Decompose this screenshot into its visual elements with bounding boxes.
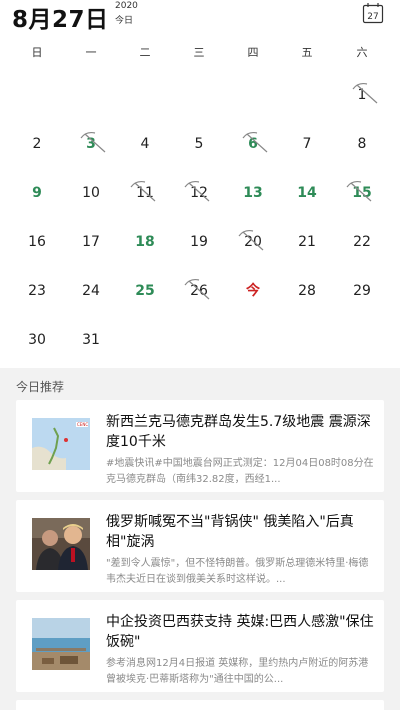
calendar-today-button[interactable]: 27 [362,2,384,24]
day-cell[interactable]: 11 [123,178,167,208]
day-number: 15 [346,178,372,208]
day-cell[interactable]: 19 [177,227,221,257]
weekday-label: 四 [247,46,259,59]
news-card-title: 俄罗斯喊冤不当"背锅侠" 俄美陷入"后真相"旋涡 [106,514,354,550]
day-number: 6 [242,129,268,159]
day-number: 9 [32,185,42,201]
weekday-label: 一 [85,46,97,59]
svg-text:CENC: CENC [77,422,88,427]
day-number: 29 [353,283,371,299]
day-cell[interactable]: 5 [177,129,221,159]
weekday-label: 日 [31,46,43,59]
day-number: 31 [82,332,100,348]
today-label: 今日 [115,16,134,26]
day-cell[interactable]: 4 [123,129,167,159]
svg-text:27: 27 [367,12,378,22]
day-number: 28 [298,283,316,299]
day-cell[interactable]: 18 [123,227,167,257]
news-card-partial[interactable] [16,700,384,710]
day-number: 26 [184,276,210,306]
day-number: 30 [28,332,46,348]
day-number: 24 [82,283,100,299]
weekday-label: 二 [139,46,151,59]
day-cell[interactable]: 14 [285,178,329,208]
weekday-label: 六 [356,46,368,59]
calendar-grid: 1 2 3 4 5 6 7 8 9 10 11 12 13 14 15 16 17 18 19 20 21 22 23 24 2… [0,70,400,360]
people-thumbnail-icon [32,518,90,570]
day-number: 5 [194,136,204,152]
news-card-desc: 参考消息网12月4日报道 英媒称，里约热内卢附近的阿苏港曾被埃克·巴蒂斯塔称为"… [106,658,369,685]
day-cell[interactable]: 26 [177,276,221,306]
day-cell[interactable]: 17 [69,227,113,257]
day-cell[interactable]: 10 [69,178,113,208]
day-number: 16 [28,234,46,250]
day-number: 3 [80,129,106,159]
day-number: 1 [352,80,377,110]
news-card[interactable]: 俄罗斯喊冤不当"背锅侠" 俄美陷入"后真相"旋涡 "差到令人震惊"，但不怪特朗普… [16,500,384,592]
day-cell[interactable]: 29 [340,276,384,306]
day-cell[interactable]: 28 [285,276,329,306]
current-date: 8月27日 [12,7,109,33]
day-number: 8 [357,136,367,152]
day-number: 22 [353,234,371,250]
recommend-section: 今日推荐 CENC 新西兰克马德克群岛发生5.7级地震 震源深度10千米 #地震… [0,368,400,710]
day-cell[interactable]: 1 [340,80,384,110]
weekday-label: 五 [301,46,313,59]
day-cell[interactable]: 25 [123,276,167,306]
day-number: 19 [190,234,208,250]
recommend-title: 今日推荐 [16,380,65,394]
day-number: 18 [135,234,155,250]
day-number: 13 [243,185,263,201]
day-cell[interactable]: 16 [15,227,59,257]
news-card-desc: "差到令人震惊"，但不怪特朗普。俄罗斯总理德米特里·梅德韦杰夫近日在谈到俄美关系… [106,558,369,585]
news-card[interactable]: CENC 新西兰克马德克群岛发生5.7级地震 震源深度10千米 #地震快讯#中国… [16,400,384,492]
day-cell[interactable]: 6 [231,129,275,159]
news-card-title: 中企投资巴西获支持 英媒:巴西人感激"保住饭碗" [106,614,374,650]
day-cell[interactable]: 13 [231,178,275,208]
day-number: 4 [140,136,150,152]
weekday-label: 三 [193,46,205,59]
day-cell[interactable]: 9 [15,178,59,208]
map-thumbnail-icon: CENC [32,418,90,470]
day-number: 20 [238,227,264,257]
day-number: 10 [82,185,100,201]
day-cell[interactable]: 12 [177,178,221,208]
news-card-desc: #地震快讯#中国地震台网正式测定：12月04日08时08分在克马德克群岛（南纬3… [106,458,374,485]
day-cell[interactable]: 21 [285,227,329,257]
day-number: 2 [32,136,42,152]
day-cell[interactable]: 7 [285,129,329,159]
day-cell[interactable]: 24 [69,276,113,306]
news-card[interactable]: 中企投资巴西获支持 英媒:巴西人感激"保住饭碗" 参考消息网12月4日报道 英媒… [16,600,384,692]
day-cell[interactable]: 30 [15,325,59,355]
day-number: 7 [302,136,312,152]
day-number: 25 [135,283,155,299]
day-cell[interactable]: 15 [340,178,384,208]
day-cell[interactable]: 8 [340,129,384,159]
day-number: 17 [82,234,100,250]
port-thumbnail-icon [32,618,90,670]
day-number: 21 [298,234,316,250]
day-cell[interactable]: 2 [15,129,59,159]
day-number: 11 [130,178,156,208]
day-cell[interactable]: 23 [15,276,59,306]
day-number: 14 [297,185,317,201]
current-year: 2020 [115,1,138,11]
day-number: 今 [246,283,260,299]
day-cell[interactable]: 20 [231,227,275,257]
calendar-icon: 27 [362,3,384,24]
day-number: 23 [28,283,46,299]
day-cell-today[interactable]: 今 [231,276,275,306]
day-cell[interactable]: 22 [340,227,384,257]
date-header: 8月27日 2020 今日 27 [0,0,400,36]
news-card-title: 新西兰克马德克群岛发生5.7级地震 震源深度10千米 [106,414,371,450]
day-cell[interactable]: 31 [69,325,113,355]
day-number: 12 [184,178,210,208]
weekday-header-row: 日一二三四五六 [0,44,400,64]
day-cell[interactable]: 3 [69,129,113,159]
